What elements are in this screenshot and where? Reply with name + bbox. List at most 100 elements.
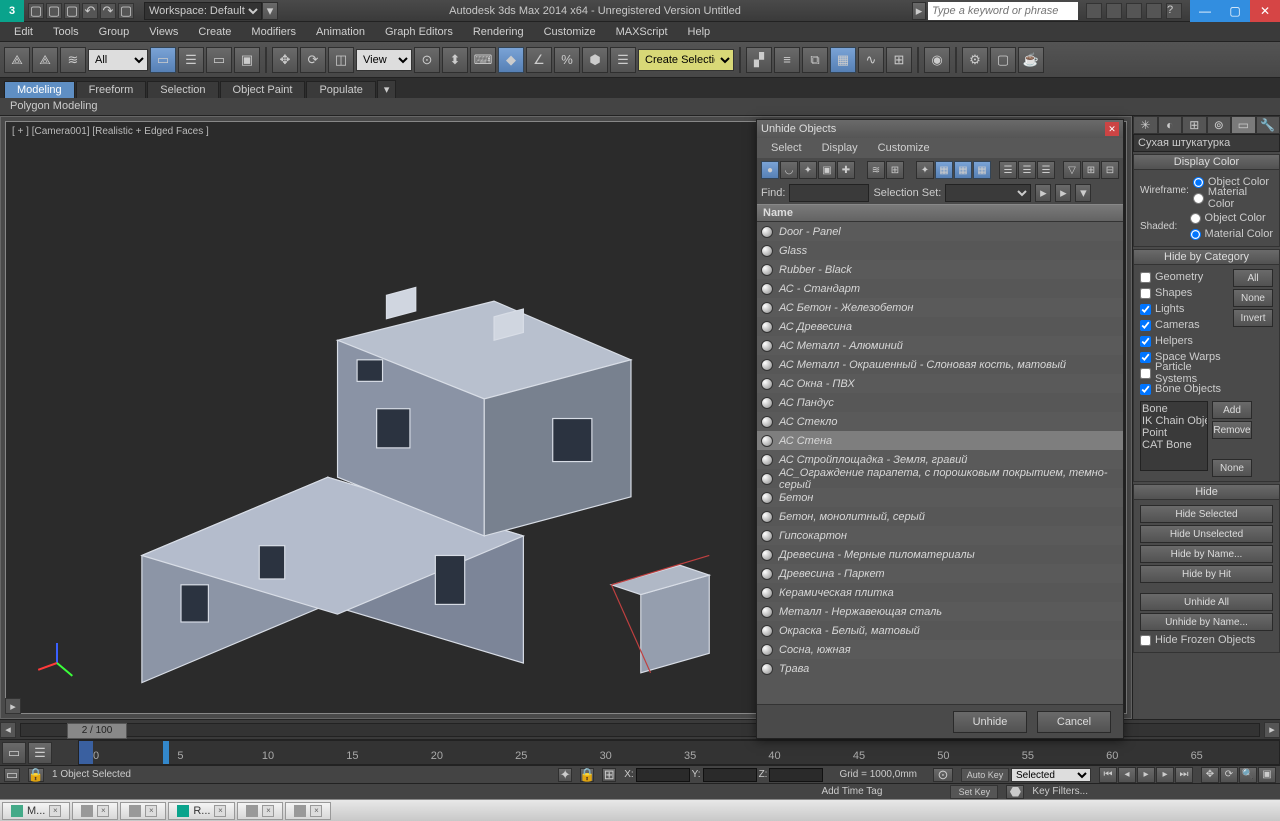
object-list-item[interactable]: Сосна, южная <box>757 640 1123 659</box>
select-invert-icon[interactable]: ☰ <box>1037 161 1055 179</box>
object-list-item[interactable]: АС Стена <box>757 431 1123 450</box>
workspace-arrow-icon[interactable]: ▾ <box>262 2 278 20</box>
z-input[interactable] <box>769 768 823 782</box>
dialog-menu-customize[interactable]: Customize <box>868 140 940 156</box>
viewport-label[interactable]: [ + ] [Camera001] [Realistic + Edged Fac… <box>12 126 209 137</box>
cancel-button[interactable]: Cancel <box>1037 711 1111 733</box>
arc-rotate-icon[interactable]: ⟳ <box>1220 767 1238 783</box>
dialog-titlebar[interactable]: Unhide Objects ✕ <box>757 120 1123 138</box>
hc-check[interactable] <box>1140 384 1151 395</box>
rotate-icon[interactable]: ⟳ <box>300 47 326 73</box>
hide-btn-0[interactable]: Hide Selected <box>1140 505 1273 523</box>
task-item[interactable]: × <box>237 802 283 820</box>
object-name-input[interactable] <box>1133 134 1280 152</box>
snap-toggle-icon[interactable]: ◆ <box>498 47 524 73</box>
graphite-toggle-icon[interactable]: ▦ <box>830 47 856 73</box>
help-icon[interactable]: ? <box>1166 3 1182 19</box>
object-list[interactable]: Door - PanelGlassRubber - BlackАС - Стан… <box>757 222 1123 704</box>
move-icon[interactable]: ✥ <box>272 47 298 73</box>
object-list-item[interactable]: Бетон <box>757 488 1123 507</box>
open-track-view-icon[interactable]: ☰ <box>28 742 52 764</box>
object-list-item[interactable]: АС Металл - Алюминий <box>757 336 1123 355</box>
goto-end-icon[interactable]: ⏭ <box>1175 767 1193 783</box>
help-search-input[interactable] <box>928 2 1078 20</box>
motion-tab-icon[interactable]: ⊚ <box>1207 116 1232 134</box>
expand-all-icon[interactable]: ⊞ <box>1082 161 1100 179</box>
hierarchy-tab-icon[interactable]: ⊞ <box>1182 116 1207 134</box>
infocenter-icon[interactable] <box>1086 3 1102 19</box>
task-close-icon[interactable]: × <box>145 805 157 817</box>
object-list-item[interactable]: АС Пандус <box>757 393 1123 412</box>
menu-rendering[interactable]: Rendering <box>463 22 534 42</box>
hc-check[interactable] <box>1140 288 1151 299</box>
workspace-selector[interactable]: Workspace: Default ▾ <box>144 2 278 20</box>
object-list-item[interactable]: АС Древесина <box>757 317 1123 336</box>
task-item[interactable]: × <box>72 802 118 820</box>
ribbon-tab-populate[interactable]: Populate <box>306 81 375 98</box>
object-list-item[interactable]: Гипсокартон <box>757 526 1123 545</box>
display-frozen-icon[interactable]: ▦ <box>973 161 991 179</box>
object-list-item[interactable]: АС_Ограждение парапета, с порошковым пок… <box>757 469 1123 488</box>
task-close-icon[interactable]: × <box>49 805 61 817</box>
select-object-icon[interactable]: ▭ <box>150 47 176 73</box>
selset-remove-icon[interactable]: ▸ <box>1055 184 1071 202</box>
object-list-item[interactable]: Rubber - Black <box>757 260 1123 279</box>
ribbon-tab-freeform[interactable]: Freeform <box>76 81 147 98</box>
selset-dropdown[interactable] <box>945 184 1031 202</box>
hc-check[interactable] <box>1140 272 1151 283</box>
unlink-icon[interactable]: ⟁ <box>32 47 58 73</box>
hc-none2-button[interactable]: None <box>1212 459 1252 477</box>
menu-modifiers[interactable]: Modifiers <box>241 22 306 42</box>
coord-system-dropdown[interactable]: View <box>356 49 412 71</box>
pivot-center-icon[interactable]: ⊙ <box>414 47 440 73</box>
utilities-tab-icon[interactable]: 🔧 <box>1256 116 1280 134</box>
hc-check[interactable] <box>1140 304 1151 315</box>
select-none-icon[interactable]: ☰ <box>1018 161 1036 179</box>
display-bone-icon[interactable]: ▦ <box>935 161 953 179</box>
dialog-menu-display[interactable]: Display <box>812 140 868 156</box>
time-thumb[interactable]: 2 / 100 <box>67 723 127 739</box>
menu-customize[interactable]: Customize <box>534 22 606 42</box>
selset-more-icon[interactable]: ▾ <box>1075 184 1091 202</box>
play-icon[interactable]: ▸ <box>1137 767 1155 783</box>
app-logo[interactable]: 3 <box>0 0 24 22</box>
display-xrefs-icon[interactable]: ✦ <box>916 161 934 179</box>
object-list-item[interactable]: Керамическая плитка <box>757 583 1123 602</box>
hide-header[interactable]: Hide <box>1133 484 1280 500</box>
qat-link-icon[interactable]: ▢ <box>118 3 134 19</box>
menu-animation[interactable]: Animation <box>306 22 375 42</box>
zoom-extents-icon[interactable]: ▣ <box>1258 767 1276 783</box>
select-by-name-icon[interactable]: ☰ <box>178 47 204 73</box>
window-crossing-icon[interactable]: ▣ <box>234 47 260 73</box>
object-list-item[interactable]: АС Окна - ПВХ <box>757 374 1123 393</box>
edit-named-sel-icon[interactable]: ☰ <box>610 47 636 73</box>
display-tab-icon[interactable]: ▭ <box>1231 116 1256 134</box>
hide-btn-3[interactable]: Hide by Hit <box>1140 565 1273 583</box>
maximize-button[interactable]: ▢ <box>1220 0 1250 22</box>
object-list-item[interactable]: Древесина - Паркет <box>757 564 1123 583</box>
task-item[interactable]: × <box>285 802 331 820</box>
menu-help[interactable]: Help <box>678 22 721 42</box>
next-frame-icon[interactable]: ▸ <box>1156 767 1174 783</box>
display-shapes-icon[interactable]: ◡ <box>780 161 798 179</box>
hc-check[interactable] <box>1140 352 1151 363</box>
filter-icon[interactable]: ▽ <box>1063 161 1081 179</box>
minimize-button[interactable]: — <box>1190 0 1220 22</box>
task-close-icon[interactable]: × <box>97 805 109 817</box>
subscription-icon[interactable] <box>1106 3 1122 19</box>
task-close-icon[interactable]: × <box>214 805 226 817</box>
hc-remove-button[interactable]: Remove <box>1212 421 1252 439</box>
exchange-icon[interactable] <box>1126 3 1142 19</box>
auto-key-button[interactable]: Auto Key <box>961 768 1009 782</box>
key-mode-dropdown[interactable]: Selected <box>1011 768 1091 782</box>
angle-snap-icon[interactable]: ∠ <box>526 47 552 73</box>
time-ruler[interactable]: 05101520253035404550556065 <box>78 740 1280 765</box>
object-list-item[interactable]: Древесина - Мерные пиломатериалы <box>757 545 1123 564</box>
hc-check[interactable] <box>1140 336 1151 347</box>
mirror-icon[interactable]: ▞ <box>746 47 772 73</box>
selection-filter-dropdown[interactable]: All <box>88 49 148 71</box>
shaded-object-radio[interactable] <box>1190 213 1201 224</box>
hide-btn-5[interactable]: Unhide by Name... <box>1140 613 1273 631</box>
menu-tools[interactable]: Tools <box>43 22 89 42</box>
object-list-item[interactable]: Door - Panel <box>757 222 1123 241</box>
